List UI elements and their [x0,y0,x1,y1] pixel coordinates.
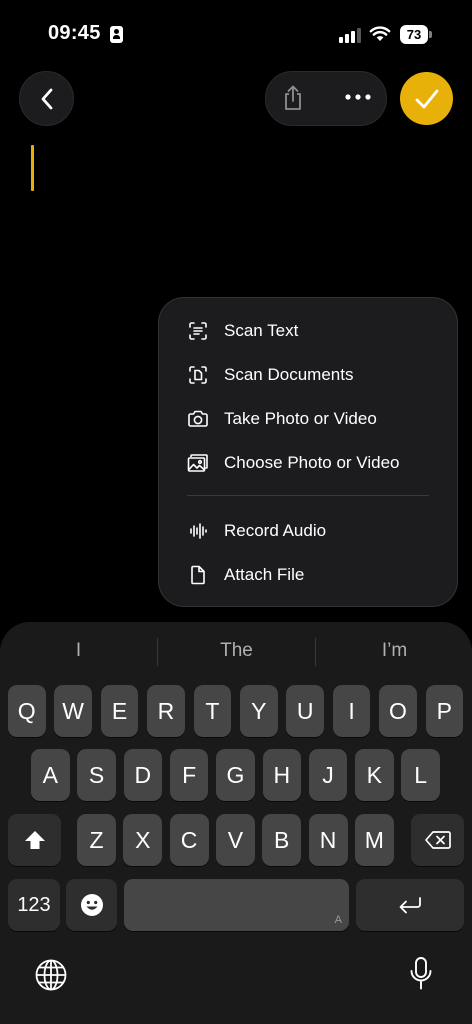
scan-documents-icon [187,364,209,386]
checkmark-icon [415,89,438,108]
camera-icon [187,408,209,430]
share-button[interactable] [278,83,308,113]
share-icon [285,85,301,110]
menu-item-label: Scan Text [224,321,299,340]
key-a[interactable]: A [31,749,70,801]
key-g[interactable]: G [216,749,255,801]
wifi-icon [369,26,391,41]
suggestion-1[interactable]: I [0,640,157,662]
key-n[interactable]: N [308,814,348,866]
status-time: 09:45 [48,22,101,44]
suggestion-2[interactable]: The [158,640,315,662]
key-v[interactable]: V [215,814,255,866]
menu-separator [187,495,429,496]
menu-item-choose-photo[interactable]: Choose Photo or Video [159,441,457,485]
more-button[interactable] [340,87,376,107]
microphone-icon [410,957,432,990]
emoji-icon [80,894,103,916]
keyboard: I The I’m 123 A Q W E R T Y U I O P A S … [0,622,472,1024]
menu-item-attach-file[interactable]: Attach File [159,553,457,597]
attach-menu: Scan Text Scan Documents Take Photo or V… [158,297,458,607]
menu-item-label: Choose Photo or Video [224,453,400,472]
menu-item-label: Attach File [224,565,305,584]
key-t[interactable]: T [193,685,232,737]
ellipsis-icon [345,94,371,100]
cellular-signal-icon [339,27,363,43]
key-w[interactable]: W [54,685,92,737]
key-l[interactable]: L [401,749,440,801]
dictation-key[interactable] [408,956,434,997]
contact-card-icon [110,26,123,43]
photo-library-icon [187,452,209,474]
space-key[interactable]: A [124,879,349,931]
key-z[interactable]: Z [77,814,116,866]
scan-text-icon [187,320,209,342]
key-q[interactable]: Q [8,685,46,737]
numbers-key[interactable]: 123 [8,879,60,931]
chevron-left-icon [41,88,52,109]
suggestion-3[interactable]: I’m [316,640,472,662]
key-p[interactable]: P [425,685,464,737]
space-key-hint: A [334,914,342,926]
battery-level: 73 [400,25,428,44]
menu-item-scan-text[interactable]: Scan Text [159,309,457,353]
menu-item-label: Take Photo or Video [224,409,377,428]
menu-item-scan-documents[interactable]: Scan Documents [159,353,457,397]
key-s[interactable]: S [77,749,116,801]
menu-item-label: Record Audio [224,521,327,540]
key-r[interactable]: R [147,685,185,737]
key-c[interactable]: C [169,814,209,866]
globe-key[interactable] [34,958,68,997]
key-e[interactable]: E [100,685,139,737]
shift-key[interactable] [8,814,61,866]
key-o[interactable]: O [379,685,417,737]
done-button[interactable] [400,72,453,125]
waveform-icon [187,520,209,542]
key-m[interactable]: M [354,814,394,866]
key-d[interactable]: D [123,749,163,801]
key-j[interactable]: J [308,749,348,801]
text-cursor[interactable] [31,145,34,191]
emoji-key[interactable] [66,879,117,931]
key-b[interactable]: B [262,814,302,866]
key-u[interactable]: U [286,685,324,737]
menu-item-label: Scan Documents [224,365,354,384]
document-icon [187,564,209,586]
delete-key[interactable] [411,814,464,866]
backspace-icon [424,831,451,849]
return-icon [399,897,421,914]
return-key[interactable] [356,879,464,931]
menu-item-take-photo[interactable]: Take Photo or Video [159,397,457,441]
key-y[interactable]: Y [240,685,278,737]
battery-icon [429,31,432,38]
key-x[interactable]: X [123,814,163,866]
key-i[interactable]: I [332,685,371,737]
menu-item-record-audio[interactable]: Record Audio [159,509,457,553]
key-k[interactable]: K [355,749,394,801]
shift-icon [24,831,45,849]
globe-icon [35,959,67,991]
key-f[interactable]: F [169,749,209,801]
key-h[interactable]: H [262,749,301,801]
back-button[interactable] [19,71,74,126]
